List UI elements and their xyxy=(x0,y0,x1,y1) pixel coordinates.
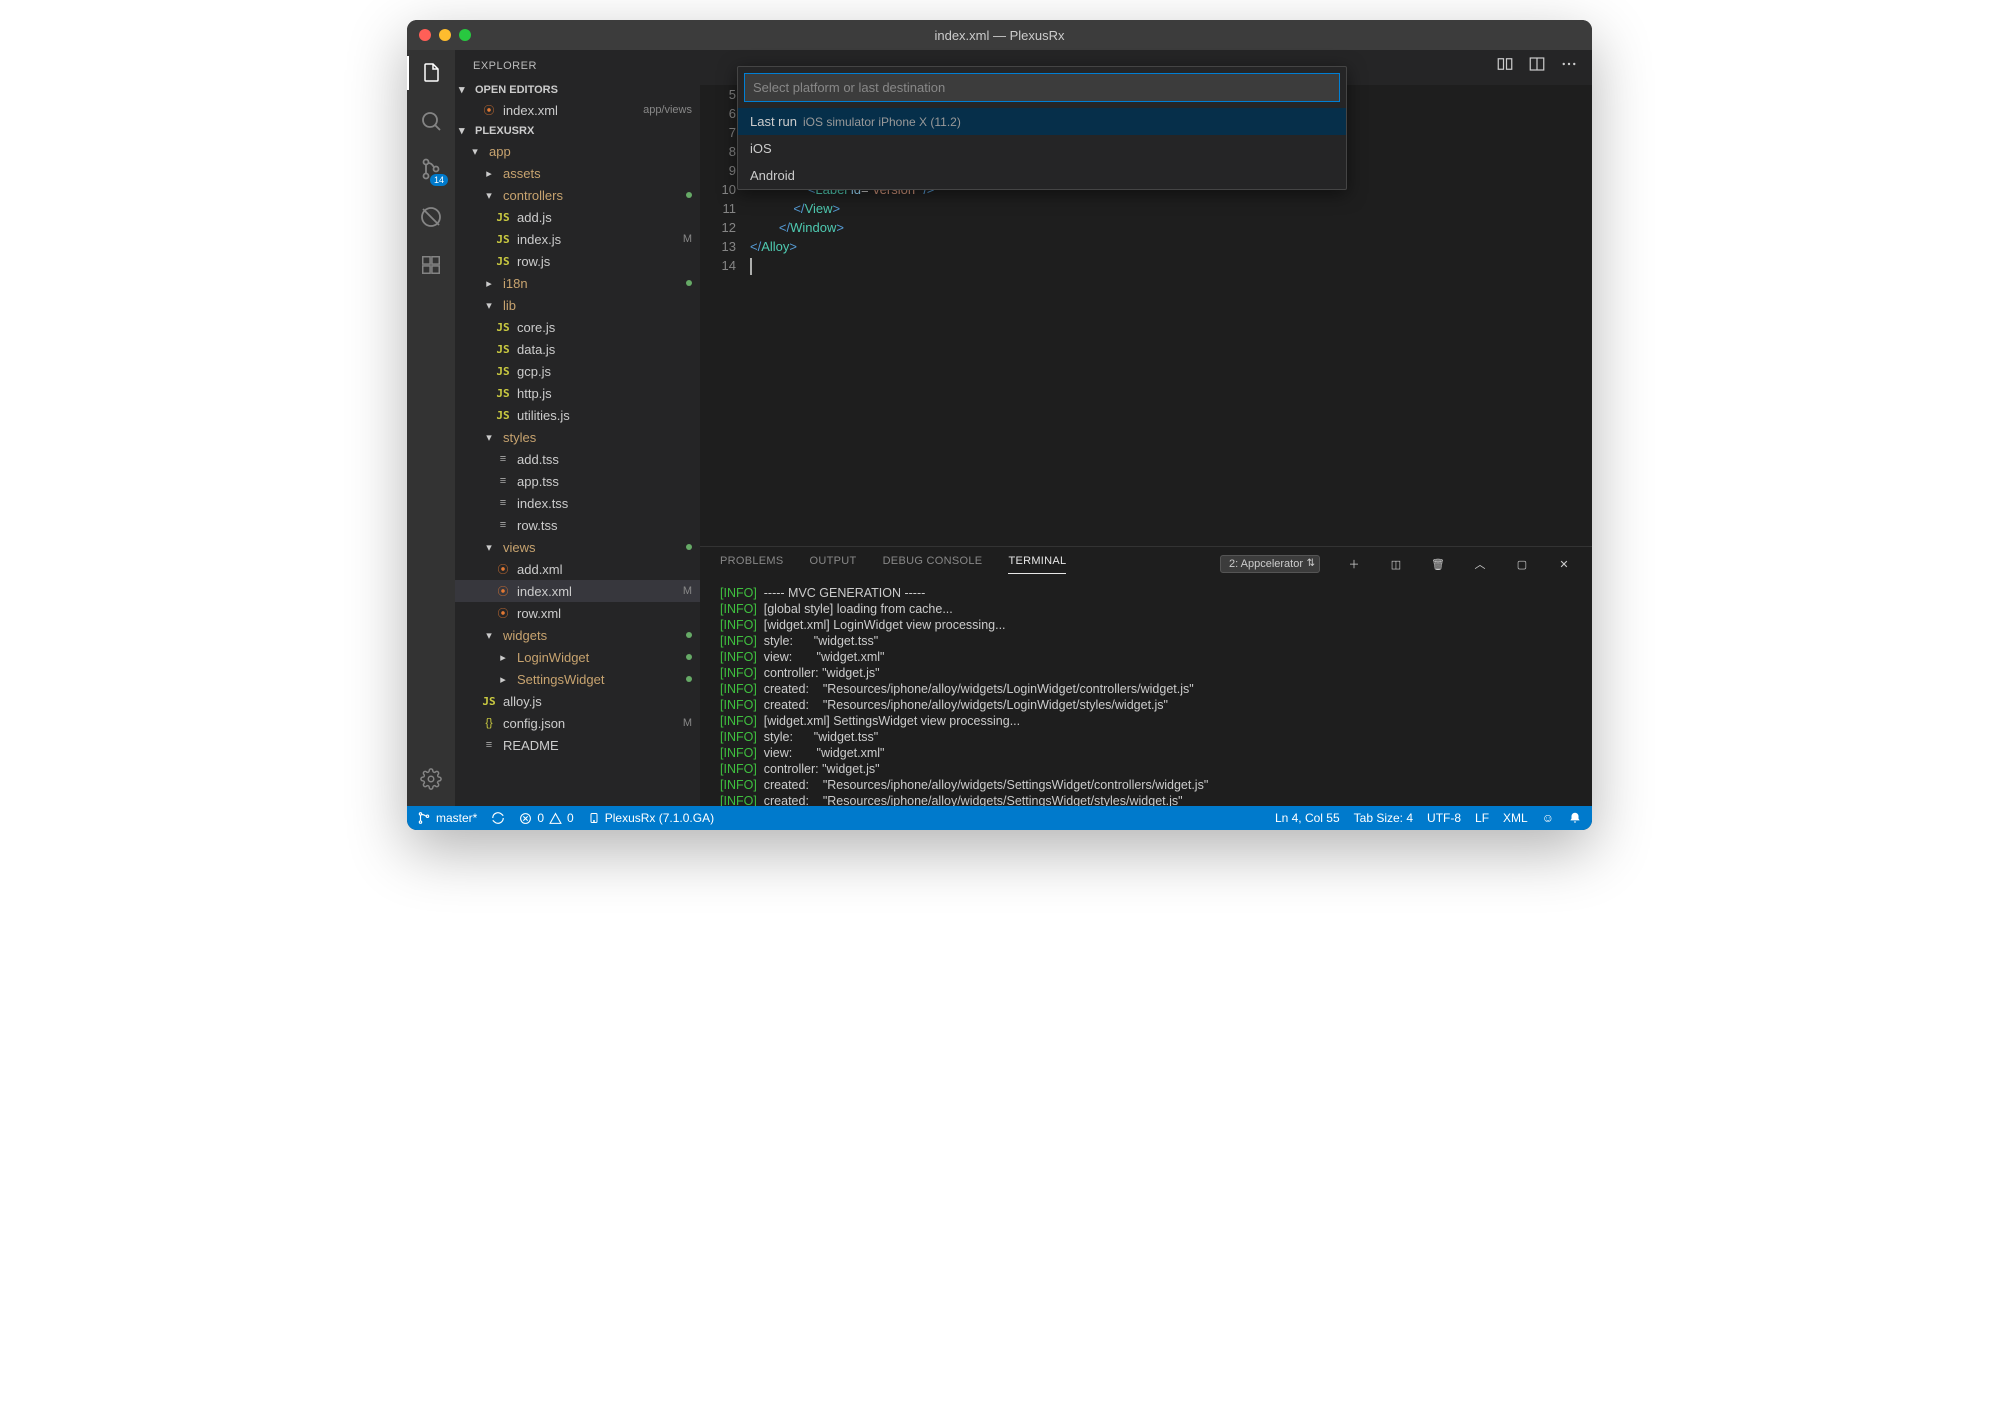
extensions-icon[interactable] xyxy=(418,252,444,278)
kill-terminal-icon[interactable]: 🗑 xyxy=(1430,558,1446,571)
file-tree: ▾app▸assets▾controllersJSadd.jsJSindex.j… xyxy=(455,140,700,806)
folder-item[interactable]: ▾lib xyxy=(455,294,700,316)
file-item[interactable]: JSadd.js xyxy=(455,206,700,228)
file-item[interactable]: JSrow.js xyxy=(455,250,700,272)
explorer-sidebar: EXPLORER ▾OPEN EDITORS ⦿index.xmlapp/vie… xyxy=(455,50,700,806)
debug-icon[interactable] xyxy=(418,204,444,230)
project-status[interactable]: PlexusRx (7.1.0.GA) xyxy=(588,811,714,825)
file-item[interactable]: JScore.js xyxy=(455,316,700,338)
open-editors-list: ⦿index.xmlapp/views xyxy=(455,99,700,121)
window-title: index.xml — PlexusRx xyxy=(407,28,1592,43)
tab-size[interactable]: Tab Size: 4 xyxy=(1354,811,1413,825)
palette-option[interactable]: Android xyxy=(738,162,1346,189)
file-item[interactable]: ≡README xyxy=(455,734,700,756)
titlebar: index.xml — PlexusRx xyxy=(407,20,1592,50)
problems-status[interactable]: 0 0 xyxy=(519,811,573,825)
settings-gear-icon[interactable] xyxy=(418,766,444,792)
new-terminal-icon[interactable]: ＋ xyxy=(1346,556,1362,572)
bottom-panel: PROBLEMS OUTPUT DEBUG CONSOLE TERMINAL 2… xyxy=(700,546,1592,806)
git-branch[interactable]: master* xyxy=(417,811,477,825)
sync-icon[interactable] xyxy=(491,811,505,825)
folder-item[interactable]: ▸i18n xyxy=(455,272,700,294)
terminal-output[interactable]: [INFO] ----- MVC GENERATION -----[INFO] … xyxy=(700,581,1592,806)
tab-problems[interactable]: PROBLEMS xyxy=(720,555,784,573)
scm-badge: 14 xyxy=(430,174,448,186)
split-terminal-icon[interactable]: ◫ xyxy=(1388,558,1404,571)
file-item[interactable]: JSalloy.js xyxy=(455,690,700,712)
folder-item[interactable]: ▾app xyxy=(455,140,700,162)
explorer-icon[interactable] xyxy=(418,60,444,86)
cursor-position[interactable]: Ln 4, Col 55 xyxy=(1275,811,1340,825)
more-actions-icon[interactable] xyxy=(1560,55,1578,78)
file-item[interactable]: JSutilities.js xyxy=(455,404,700,426)
file-item[interactable]: JSdata.js xyxy=(455,338,700,360)
file-item[interactable]: JSgcp.js xyxy=(455,360,700,382)
folder-item[interactable]: ▾widgets xyxy=(455,624,700,646)
file-item[interactable]: ≡row.tss xyxy=(455,514,700,536)
file-item[interactable]: ⦿row.xml xyxy=(455,602,700,624)
tab-debug-console[interactable]: DEBUG CONSOLE xyxy=(883,555,983,573)
notifications-icon[interactable] xyxy=(1568,811,1582,825)
sidebar-title: EXPLORER xyxy=(455,50,700,80)
file-item[interactable]: ⦿add.xml xyxy=(455,558,700,580)
vscode-window: index.xml — PlexusRx 14 xyxy=(407,20,1592,830)
file-item[interactable]: {}config.jsonM xyxy=(455,712,700,734)
panel-tab-row: PROBLEMS OUTPUT DEBUG CONSOLE TERMINAL 2… xyxy=(700,547,1592,581)
feedback-icon[interactable]: ☺ xyxy=(1542,811,1554,825)
folder-item[interactable]: ▸LoginWidget xyxy=(455,646,700,668)
status-bar: master* 0 0 PlexusRx (7.1.0.GA) Ln 4, Co… xyxy=(407,806,1592,830)
folder-item[interactable]: ▾controllers xyxy=(455,184,700,206)
folder-item[interactable]: ▾styles xyxy=(455,426,700,448)
editor-actions xyxy=(1496,55,1578,78)
file-item[interactable]: ≡index.tss xyxy=(455,492,700,514)
folder-item[interactable]: ▸assets xyxy=(455,162,700,184)
activity-bar: 14 xyxy=(407,50,455,806)
close-panel-icon[interactable]: ✕ xyxy=(1556,558,1572,571)
search-icon[interactable] xyxy=(418,108,444,134)
palette-input[interactable] xyxy=(744,73,1340,102)
palette-option[interactable]: iOS xyxy=(738,135,1346,162)
file-item[interactable]: ⦿index.xmlM xyxy=(455,580,700,602)
collapse-terminal-icon[interactable]: ︿ xyxy=(1472,556,1488,572)
tab-output[interactable]: OUTPUT xyxy=(810,555,857,573)
palette-option[interactable]: Last runiOS simulator iPhone X (11.2) xyxy=(738,108,1346,135)
open-editors-section[interactable]: ▾OPEN EDITORS xyxy=(455,80,700,99)
folder-item[interactable]: ▾views xyxy=(455,536,700,558)
source-control-icon[interactable]: 14 xyxy=(418,156,444,182)
language-mode[interactable]: XML xyxy=(1503,811,1528,825)
open-editor-item[interactable]: ⦿index.xmlapp/views xyxy=(455,99,700,121)
project-section[interactable]: ▾PLEXUSRX xyxy=(455,121,700,140)
compare-icon[interactable] xyxy=(1496,55,1514,78)
file-item[interactable]: JShttp.js xyxy=(455,382,700,404)
split-editor-icon[interactable] xyxy=(1528,55,1546,78)
maximize-terminal-icon[interactable]: ▢ xyxy=(1514,558,1530,571)
file-item[interactable]: ≡add.tss xyxy=(455,448,700,470)
file-item[interactable]: JSindex.jsM xyxy=(455,228,700,250)
encoding[interactable]: UTF-8 xyxy=(1427,811,1461,825)
terminal-picker[interactable]: 2: Appcelerator xyxy=(1220,555,1320,573)
command-palette: Last runiOS simulator iPhone X (11.2)iOS… xyxy=(737,66,1347,190)
tab-terminal[interactable]: TERMINAL xyxy=(1008,555,1066,574)
eol[interactable]: LF xyxy=(1475,811,1489,825)
file-item[interactable]: ≡app.tss xyxy=(455,470,700,492)
folder-item[interactable]: ▸SettingsWidget xyxy=(455,668,700,690)
